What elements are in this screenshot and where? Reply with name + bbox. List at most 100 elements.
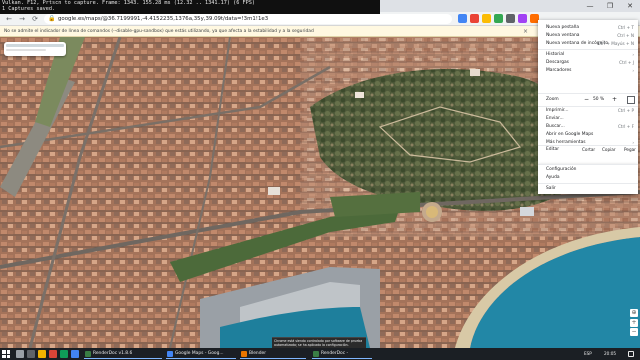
zoom-row: Zoom − 50 % + bbox=[538, 95, 638, 105]
menu-separator bbox=[538, 183, 638, 184]
edit-label: Editar bbox=[546, 147, 559, 152]
menu-item-shortcut: Ctrl + J bbox=[619, 60, 634, 65]
clock-time[interactable]: 20:05 bbox=[604, 348, 616, 360]
extension-icon[interactable] bbox=[470, 14, 479, 23]
minimize-button[interactable]: — bbox=[580, 0, 600, 12]
menu-item-label: Buscar... bbox=[546, 124, 565, 129]
menu-separator bbox=[538, 164, 638, 165]
taskbar-pinned-icon[interactable] bbox=[71, 350, 79, 358]
menu-item-shortcut: Ctrl + P bbox=[617, 108, 634, 113]
menu-separator bbox=[538, 93, 638, 94]
system-tray: ESP 20:05 bbox=[578, 348, 638, 360]
taskbar-app-button[interactable]: Blender bbox=[240, 349, 306, 359]
maximize-button[interactable]: ❐ bbox=[600, 0, 620, 12]
lock-icon: 🔒 bbox=[48, 15, 56, 22]
app-icon bbox=[85, 351, 91, 357]
zoom-label: Zoom bbox=[546, 97, 559, 102]
menu-item-label: Descargas bbox=[546, 60, 569, 65]
app-icon bbox=[241, 351, 247, 357]
menu-item-top-2[interactable]: Nueva ventana de incógnito Ctrl + Mayús +… bbox=[538, 40, 638, 48]
menu-item-exit[interactable]: Salir bbox=[538, 185, 638, 193]
overlay-captures-line: 1 Captures saved. bbox=[2, 6, 56, 12]
extension-icon[interactable] bbox=[518, 14, 527, 23]
menu-item-tools-2[interactable]: Buscar... Ctrl + F bbox=[538, 123, 638, 131]
extension-icon[interactable] bbox=[482, 14, 491, 23]
menu-item-tools-1[interactable]: Enviar... bbox=[538, 115, 638, 123]
zoom-level-value: 50 % bbox=[593, 97, 605, 102]
menu-item-top-0[interactable]: Nueva pestaña Ctrl + T bbox=[538, 24, 638, 32]
menu-item-label: Ayuda bbox=[546, 175, 560, 180]
search-field[interactable] bbox=[6, 44, 64, 47]
menu-separator bbox=[538, 49, 638, 50]
menu-item-label: Nueva ventana bbox=[546, 33, 580, 38]
address-bar[interactable]: 🔒 google.es/maps/@36.7199991,-4.4152235,… bbox=[44, 14, 452, 24]
menu-item-settings-1[interactable]: Ayuda bbox=[538, 174, 638, 182]
cut-button[interactable]: Cortar bbox=[582, 146, 595, 154]
taskbar-app-label: RenderDoc - bbox=[321, 351, 349, 356]
paste-button[interactable]: Pegar bbox=[624, 146, 636, 154]
infobar-close-button[interactable]: × bbox=[523, 26, 528, 37]
menu-item-shortcut: Ctrl + F bbox=[617, 124, 634, 129]
zoom-in-menu-button[interactable]: + bbox=[610, 96, 619, 104]
menu-item-history-0[interactable]: Historial › bbox=[538, 51, 638, 59]
taskbar-pinned-icon[interactable] bbox=[16, 350, 24, 358]
chrome-main-menu: Nueva pestaña Ctrl + T Nueva ventana Ctrl +… bbox=[538, 20, 638, 164]
taskbar-app-button[interactable]: Google Maps - Goog... bbox=[166, 349, 236, 359]
taskbar-pinned-icon[interactable] bbox=[38, 350, 46, 358]
windows-taskbar: RenderDoc v1.8.6 Google Maps - Goog... Ble… bbox=[0, 348, 640, 360]
taskbar-pinned-icon[interactable] bbox=[27, 350, 35, 358]
notification-toast[interactable]: Chrome está siendo controlado por softwa… bbox=[272, 337, 366, 348]
chrome-main-menu-bottom: Salir Configuración Ayuda bbox=[538, 164, 638, 194]
extension-icon[interactable] bbox=[494, 14, 503, 23]
zoom-out-menu-button[interactable]: − bbox=[582, 96, 591, 104]
menu-item-label: Configuración bbox=[546, 167, 577, 172]
menu-item-shortcut: Ctrl + T bbox=[617, 25, 634, 30]
menu-item-tools-0[interactable]: Imprimir... Ctrl + P bbox=[538, 107, 638, 115]
compass-button[interactable]: ⊕ bbox=[630, 309, 638, 317]
submenu-arrow-icon: › bbox=[632, 68, 634, 73]
taskbar-app-label: Google Maps - Goog... bbox=[175, 351, 224, 356]
extension-icon[interactable] bbox=[506, 14, 515, 23]
edit-row: Editar Cortar Copiar Pegar bbox=[538, 146, 638, 154]
windows-start-icon[interactable] bbox=[2, 350, 10, 358]
taskbar-app-label: RenderDoc v1.8.6 bbox=[93, 351, 133, 356]
reload-button[interactable]: ⟳ bbox=[29, 13, 41, 25]
menu-item-settings-0[interactable]: Configuración bbox=[538, 166, 638, 174]
taskbar-app-button[interactable]: RenderDoc v1.8.6 bbox=[84, 349, 162, 359]
window-controls: — ❐ ✕ bbox=[580, 0, 640, 12]
submenu-arrow-icon: › bbox=[632, 52, 634, 57]
copy-button[interactable]: Copiar bbox=[602, 146, 616, 154]
keyboard-language[interactable]: ESP bbox=[584, 348, 592, 360]
back-button[interactable]: ← bbox=[3, 13, 15, 25]
forward-button[interactable]: → bbox=[16, 13, 28, 25]
app-icon bbox=[167, 351, 173, 357]
infobar-message: No se admite el indicador de línea de co… bbox=[4, 29, 314, 34]
menu-item-label: Nueva pestaña bbox=[546, 25, 580, 30]
fullscreen-icon[interactable] bbox=[627, 96, 635, 104]
taskbar-pinned-icon[interactable] bbox=[49, 350, 57, 358]
extension-icon[interactable] bbox=[458, 14, 467, 23]
extension-icons bbox=[458, 14, 539, 23]
menu-item-label: Marcadores bbox=[546, 68, 572, 73]
menu-item-history-2[interactable]: Marcadores › bbox=[538, 67, 638, 75]
menu-item-top-1[interactable]: Nueva ventana Ctrl + N bbox=[538, 32, 638, 40]
menu-item-label: Imprimir... bbox=[546, 108, 569, 113]
close-button[interactable]: ✕ bbox=[620, 0, 640, 12]
menu-item-tools-3[interactable]: Abrir en Google Maps bbox=[538, 131, 638, 139]
menu-item-shortcut: Ctrl + N bbox=[617, 33, 634, 38]
menu-item-exit-label: Salir bbox=[546, 186, 556, 191]
taskbar-pinned-icon[interactable] bbox=[60, 350, 68, 358]
taskbar-app-label: Blender bbox=[249, 351, 267, 356]
notifications-icon[interactable] bbox=[628, 351, 634, 357]
url-text: google.es/maps/@36.7199991,-4.4152235,13… bbox=[58, 16, 269, 22]
menu-item-label: Historial bbox=[546, 52, 565, 57]
menu-item-label: Enviar... bbox=[546, 116, 564, 121]
zoom-out-button[interactable]: − bbox=[630, 328, 638, 336]
taskbar-app-button[interactable]: RenderDoc - bbox=[312, 349, 372, 359]
zoom-in-button[interactable]: + bbox=[630, 319, 638, 327]
menu-item-label: Abrir en Google Maps bbox=[546, 132, 594, 137]
maps-search-box[interactable] bbox=[4, 42, 66, 56]
menu-item-shortcut: Ctrl + Mayús + N bbox=[597, 41, 634, 46]
toast-message: Chrome está siendo controlado por softwa… bbox=[274, 339, 363, 348]
menu-item-history-1[interactable]: Descargas Ctrl + J bbox=[538, 59, 638, 67]
